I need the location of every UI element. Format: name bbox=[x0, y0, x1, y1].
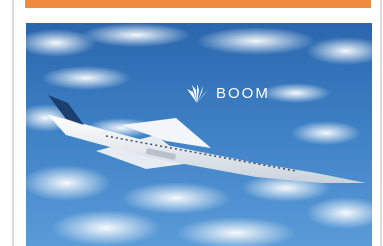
left-divider bbox=[12, 0, 14, 246]
right-divider bbox=[380, 0, 382, 246]
boom-wings-logo-icon bbox=[187, 84, 208, 103]
jet-over-clouds-illustration bbox=[26, 23, 372, 246]
hero-image: BOOM bbox=[26, 23, 372, 246]
brand-name: BOOM bbox=[216, 85, 270, 102]
accent-header-bar bbox=[25, 0, 371, 8]
